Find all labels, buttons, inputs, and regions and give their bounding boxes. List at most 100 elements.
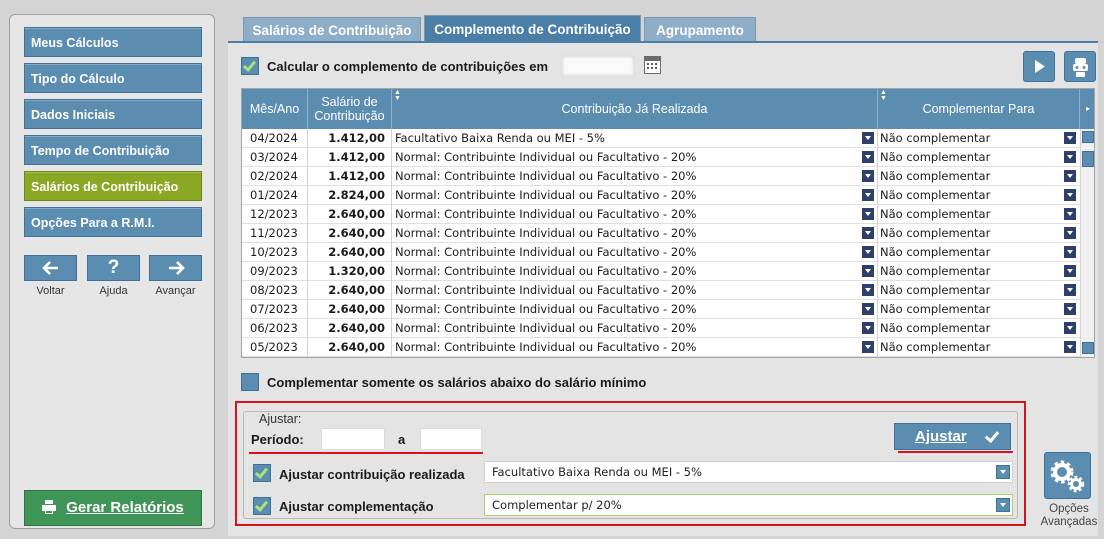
- calc-complement-checkbox[interactable]: [241, 57, 259, 75]
- table-row[interactable]: 04/2024 1.412,00 Facultativo Baixa Renda o…: [242, 129, 1080, 148]
- col-header-salario[interactable]: Salário de Contribuição: [308, 89, 392, 129]
- cell-complementar[interactable]: Não complementar: [878, 281, 1080, 300]
- chevron-down-icon[interactable]: [862, 246, 874, 258]
- cell-contribuicao[interactable]: Facultativo Baixa Renda ou MEI - 5%: [392, 129, 878, 148]
- table-row[interactable]: 07/2023 2.640,00 Normal: Contribuinte Indi…: [242, 300, 1080, 319]
- chevron-down-icon[interactable]: [1064, 208, 1076, 220]
- nav-meus-calculos[interactable]: Meus Cálculos: [24, 27, 202, 57]
- nav-tipo-do-calculo[interactable]: Tipo do Cálculo: [24, 63, 202, 93]
- chevron-down-icon[interactable]: [862, 265, 874, 277]
- chevron-down-icon[interactable]: [1064, 132, 1076, 144]
- scroll-up-button[interactable]: [1082, 131, 1094, 143]
- chevron-down-icon[interactable]: [862, 189, 874, 201]
- adjust-compl-label: Ajustar complementação: [279, 499, 434, 514]
- table-row[interactable]: 03/2024 1.412,00 Normal: Contribuinte Indi…: [242, 148, 1080, 167]
- calc-date-input[interactable]: [562, 56, 634, 76]
- cell-contribuicao[interactable]: Normal: Contribuinte Individual ou Facul…: [392, 148, 878, 167]
- cell-salario: 1.320,00: [308, 262, 392, 281]
- col-header-contribuicao[interactable]: ▲ ▼ Contribuição Já Realizada: [392, 89, 878, 129]
- adjust-contrib-select[interactable]: Facultativo Baixa Renda ou MEI - 5%: [484, 461, 1013, 483]
- back-button[interactable]: [24, 255, 77, 281]
- table-row[interactable]: 05/2023 2.640,00 Normal: Contribuinte Indi…: [242, 338, 1080, 357]
- table-body: 04/2024 1.412,00 Facultativo Baixa Renda o…: [242, 129, 1080, 357]
- generate-reports-button[interactable]: Gerar Relatórios: [24, 490, 202, 526]
- nav-dados-iniciais[interactable]: Dados Iniciais: [24, 99, 202, 129]
- cell-contribuicao[interactable]: Normal: Contribuinte Individual ou Facul…: [392, 300, 878, 319]
- advanced-options-button[interactable]: [1044, 452, 1091, 499]
- contributions-table: Mês/Ano Salário de Contribuição ▲ ▼ Contri…: [241, 88, 1095, 358]
- cell-complementar[interactable]: Não complementar: [878, 243, 1080, 262]
- cell-contribuicao[interactable]: Normal: Contribuinte Individual ou Facul…: [392, 205, 878, 224]
- chevron-down-icon[interactable]: [862, 208, 874, 220]
- chevron-down-icon[interactable]: [1064, 303, 1076, 315]
- table-row[interactable]: 12/2023 2.640,00 Normal: Contribuinte Indi…: [242, 205, 1080, 224]
- cell-complementar[interactable]: Não complementar: [878, 224, 1080, 243]
- cell-contribuicao[interactable]: Normal: Contribuinte Individual ou Facul…: [392, 186, 878, 205]
- chevron-down-icon[interactable]: [862, 322, 874, 334]
- cell-contribuicao[interactable]: Normal: Contribuinte Individual ou Facul…: [392, 319, 878, 338]
- col-header-mes-ano[interactable]: Mês/Ano: [242, 89, 308, 129]
- chevron-down-icon[interactable]: [1064, 189, 1076, 201]
- table-row[interactable]: 11/2023 2.640,00 Normal: Contribuinte Indi…: [242, 224, 1080, 243]
- tab-salarios-de-contribuicao[interactable]: Salários de Contribuição: [243, 17, 421, 42]
- chevron-down-icon[interactable]: [862, 151, 874, 163]
- cell-contribuicao[interactable]: Normal: Contribuinte Individual ou Facul…: [392, 224, 878, 243]
- cell-contribuicao[interactable]: Normal: Contribuinte Individual ou Facul…: [392, 281, 878, 300]
- assistant-button[interactable]: [1064, 51, 1096, 82]
- chevron-down-icon[interactable]: [862, 227, 874, 239]
- chevron-down-icon[interactable]: [1064, 341, 1076, 353]
- below-min-checkbox[interactable]: [241, 373, 259, 391]
- chevron-down-icon[interactable]: [1064, 151, 1076, 163]
- adjust-compl-checkbox[interactable]: [253, 497, 271, 515]
- table-row[interactable]: 09/2023 1.320,00 Normal: Contribuinte Indi…: [242, 262, 1080, 281]
- vertical-scrollbar[interactable]: [1080, 129, 1094, 357]
- nav-tempo-de-contribuicao[interactable]: Tempo de Contribuição: [24, 135, 202, 165]
- table-row[interactable]: 02/2024 1.412,00 Normal: Contribuinte Indi…: [242, 167, 1080, 186]
- cell-contribuicao[interactable]: Normal: Contribuinte Individual ou Facul…: [392, 243, 878, 262]
- scroll-down-button[interactable]: [1082, 342, 1094, 354]
- table-row[interactable]: 10/2023 2.640,00 Normal: Contribuinte Indi…: [242, 243, 1080, 262]
- scroll-right-button[interactable]: ▸: [1080, 89, 1094, 129]
- cell-complementar[interactable]: Não complementar: [878, 148, 1080, 167]
- tab-complemento-de-contribuicao[interactable]: Complemento de Contribuição: [424, 15, 641, 42]
- chevron-down-icon[interactable]: [862, 132, 874, 144]
- adjust-contrib-checkbox[interactable]: [253, 464, 271, 482]
- play-button[interactable]: [1023, 51, 1055, 82]
- chevron-down-icon[interactable]: [1064, 322, 1076, 334]
- table-row[interactable]: 01/2024 2.824,00 Normal: Contribuinte Indi…: [242, 186, 1080, 205]
- calendar-icon[interactable]: [644, 56, 661, 74]
- cell-contribuicao[interactable]: Normal: Contribuinte Individual ou Facul…: [392, 167, 878, 186]
- cell-complementar[interactable]: Não complementar: [878, 186, 1080, 205]
- chevron-down-icon[interactable]: [862, 341, 874, 353]
- scroll-thumb[interactable]: [1082, 151, 1094, 167]
- chevron-down-icon[interactable]: [1064, 284, 1076, 296]
- table-row[interactable]: 06/2023 2.640,00 Normal: Contribuinte Indi…: [242, 319, 1080, 338]
- nav-salarios-de-contribuicao[interactable]: Salários de Contribuição: [24, 171, 202, 201]
- chevron-down-icon[interactable]: [1064, 227, 1076, 239]
- chevron-down-icon[interactable]: [1064, 246, 1076, 258]
- table-row[interactable]: 08/2023 2.640,00 Normal: Contribuinte Indi…: [242, 281, 1080, 300]
- chevron-down-icon[interactable]: [862, 284, 874, 296]
- cell-complementar[interactable]: Não complementar: [878, 262, 1080, 281]
- cell-complementar[interactable]: Não complementar: [878, 300, 1080, 319]
- periodo-start-input[interactable]: [321, 428, 385, 450]
- cell-complementar[interactable]: Não complementar: [878, 167, 1080, 186]
- chevron-down-icon[interactable]: [1064, 265, 1076, 277]
- adjust-compl-select[interactable]: Complementar p/ 20%: [484, 494, 1013, 516]
- cell-contribuicao[interactable]: Normal: Contribuinte Individual ou Facul…: [392, 262, 878, 281]
- chevron-down-icon[interactable]: [862, 170, 874, 182]
- col-header-complementar[interactable]: ▲ ▼ Complementar Para: [878, 89, 1080, 129]
- chevron-down-icon[interactable]: [1064, 170, 1076, 182]
- periodo-end-input[interactable]: [420, 428, 482, 450]
- nav-opcoes-rmi[interactable]: Opções Para a R.M.I.: [24, 207, 202, 237]
- cell-contribuicao[interactable]: Normal: Contribuinte Individual ou Facul…: [392, 338, 878, 357]
- tab-agrupamento[interactable]: Agrupamento: [644, 17, 756, 42]
- forward-button[interactable]: [149, 255, 202, 281]
- ajustar-button[interactable]: Ajustar: [894, 423, 1011, 450]
- cell-complementar[interactable]: Não complementar: [878, 205, 1080, 224]
- cell-complementar[interactable]: Não complementar: [878, 129, 1080, 148]
- cell-complementar[interactable]: Não complementar: [878, 338, 1080, 357]
- chevron-down-icon[interactable]: [862, 303, 874, 315]
- cell-complementar[interactable]: Não complementar: [878, 319, 1080, 338]
- help-button[interactable]: ?: [87, 255, 140, 281]
